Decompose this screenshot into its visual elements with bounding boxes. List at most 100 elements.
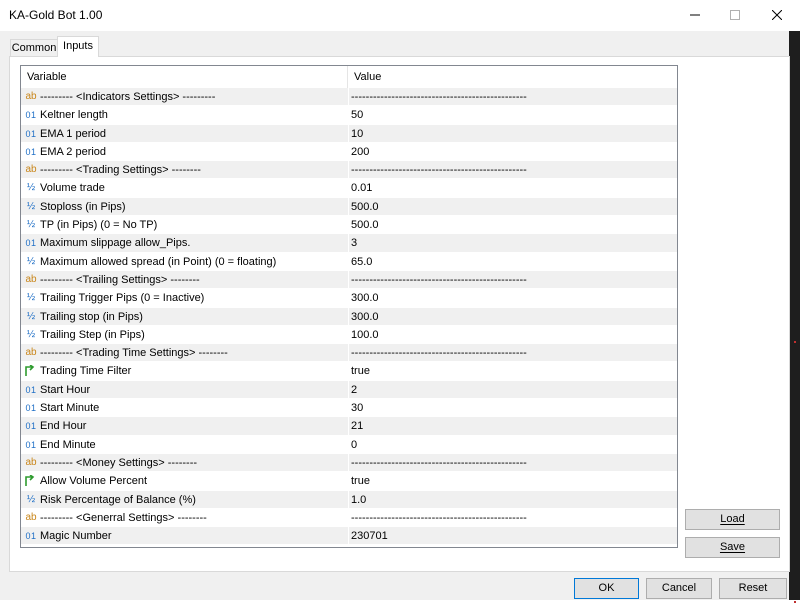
table-row[interactable]: ½ Trailing stop (in Pips) 300.0 [21,307,677,326]
variable-label: End Hour [40,420,87,433]
double-icon: ½ [26,219,36,231]
variable-cell: ab --------- <Indicators Settings> ------… [21,88,349,106]
value-cell[interactable]: 230701 [351,527,671,544]
variable-label: Maximum slippage allow_Pips. [40,237,191,250]
variable-cell: ½ Risk Percentage of Balance (%) [21,490,349,508]
tab-inputs[interactable]: Inputs [57,36,99,57]
reset-button[interactable]: Reset [719,578,787,599]
integer-icon: 01 [25,110,37,121]
variable-label: --------- <Generral Settings> -------- [40,511,207,524]
table-row[interactable]: ab --------- <Trading Time Settings> ----… [21,344,677,363]
table-row[interactable]: 01 Magic Number 230701 [21,527,677,546]
save-button[interactable]: Save [685,537,780,558]
table-row[interactable]: ab --------- <Trailing Settings> --------… [21,270,677,290]
integer-icon: 01 [25,403,37,414]
column-header-value[interactable]: Value [348,66,677,88]
variable-label: Keltner length [40,109,108,122]
table-row[interactable]: ½ Maximum allowed spread (in Point) (0 = … [21,252,677,271]
table-row[interactable]: ab --------- <Money Settings> -------- ---… [21,453,677,473]
table-row[interactable]: ab --------- <Trading Settings> -------- -… [21,161,677,180]
cancel-button[interactable]: Cancel [646,578,712,599]
variable-cell: Allow Volume Percent [21,472,349,490]
variable-cell: ½ Trailing Trigger Pips (0 = Inactive) [21,289,349,307]
value-cell[interactable]: 2 [351,381,671,398]
variable-cell: ½ Trailing stop (in Pips) [21,307,349,325]
maximize-button[interactable] [712,0,758,31]
value-cell[interactable]: 300.0 [351,308,671,325]
value-cell[interactable]: 30 [351,399,671,416]
value-cell[interactable]: 100.0 [351,326,671,343]
grid-header: Variable Value [21,66,677,89]
variable-cell: 01 Maximum slippage allow_Pips. [21,234,349,252]
value-cell[interactable]: ----------------------------------------… [351,344,671,361]
value-cell[interactable]: ----------------------------------------… [351,88,671,105]
table-row[interactable]: 01 Maximum slippage allow_Pips. 3 [21,234,677,253]
table-row[interactable]: Trading Time Filter true [21,362,677,381]
table-row[interactable]: 01 EMA 2 period 200 [21,142,677,162]
double-icon: ½ [26,310,36,322]
background-window-edge [789,31,800,603]
table-row[interactable]: 01 Keltner length 50 [21,106,677,125]
value-cell[interactable]: ----------------------------------------… [351,454,671,471]
table-row[interactable]: Allow Volume Percent true [21,472,677,491]
value-cell[interactable]: 65.0 [351,253,671,270]
value-cell[interactable]: 0 [351,436,671,453]
variable-cell: ½ Maximum allowed spread (in Point) (0 = … [21,252,349,270]
value-cell[interactable]: 200 [351,143,671,160]
table-row[interactable]: 01 Start Minute 30 [21,399,677,418]
value-cell[interactable]: 10 [351,125,671,142]
variable-label: Start Minute [40,402,100,415]
double-icon: ½ [26,292,36,304]
value-cell[interactable]: 1.0 [351,491,671,508]
table-row[interactable]: 01 EMA 1 period 10 [21,124,677,143]
variable-cell: ½ TP (in Pips) (0 = No TP) [21,216,349,234]
variable-cell: 01 Magic Number [21,527,349,545]
table-row[interactable]: ½ Trailing Step (in Pips) 100.0 [21,325,677,345]
double-icon: ½ [26,200,36,212]
value-cell[interactable]: 500.0 [351,198,671,215]
load-button[interactable]: Load [685,509,780,530]
variable-cell: ½ Trailing Step (in Pips) [21,325,349,344]
variable-label: Trailing Trigger Pips (0 = Inactive) [40,292,205,305]
value-cell[interactable]: 300.0 [351,289,671,306]
integer-icon: 01 [25,238,37,249]
variable-cell: ab --------- <Trailing Settings> -------- [21,270,349,289]
table-row[interactable]: 01 End Minute 0 [21,435,677,454]
variable-label: Magic Number [40,530,112,543]
value-cell[interactable]: true [351,472,671,489]
table-row[interactable]: ½ Volume trade 0.01 [21,179,677,198]
value-cell[interactable]: 500.0 [351,216,671,233]
tab-common[interactable]: Common [10,39,58,57]
column-header-variable[interactable]: Variable [21,66,348,88]
value-cell[interactable]: 50 [351,106,671,123]
value-cell[interactable]: ----------------------------------------… [351,509,671,526]
table-row[interactable]: ½ Stoploss (in Pips) 500.0 [21,197,677,217]
string-icon: ab [25,511,37,523]
variable-cell: 01 EMA 2 period [21,142,349,161]
variable-label: Maximum allowed spread (in Point) (0 = f… [40,255,277,268]
string-icon: ab [25,164,37,176]
table-row[interactable]: ½ TP (in Pips) (0 = No TP) 500.0 [21,216,677,235]
variable-label: Risk Percentage of Balance (%) [40,493,196,506]
variable-cell: ab --------- <Trading Settings> -------- [21,161,349,179]
table-row[interactable]: ab --------- <Indicators Settings> ------… [21,88,677,107]
variable-cell: ½ Stoploss (in Pips) [21,197,349,216]
value-cell[interactable]: 0.01 [351,179,671,196]
value-cell[interactable]: 3 [351,234,671,251]
table-row[interactable]: 01 Start Hour 2 [21,380,677,400]
table-row[interactable]: ab --------- <Generral Settings> --------… [21,508,677,528]
value-cell[interactable]: true [351,362,671,379]
close-button[interactable] [754,0,800,31]
value-cell[interactable]: ----------------------------------------… [351,161,671,178]
integer-icon: 01 [25,531,37,542]
integer-icon: 01 [25,128,37,139]
window-title: KA-Gold Bot 1.00 [9,8,103,22]
table-row[interactable]: ½ Risk Percentage of Balance (%) 1.0 [21,490,677,509]
table-row[interactable]: 01 End Hour 21 [21,417,677,436]
value-cell[interactable]: ----------------------------------------… [351,271,671,288]
title-bar: KA-Gold Bot 1.00 [0,0,800,31]
value-cell[interactable]: 21 [351,417,671,434]
table-row[interactable]: ½ Trailing Trigger Pips (0 = Inactive) 300… [21,289,677,308]
ok-button[interactable]: OK [574,578,639,599]
bool-icon [24,364,38,378]
